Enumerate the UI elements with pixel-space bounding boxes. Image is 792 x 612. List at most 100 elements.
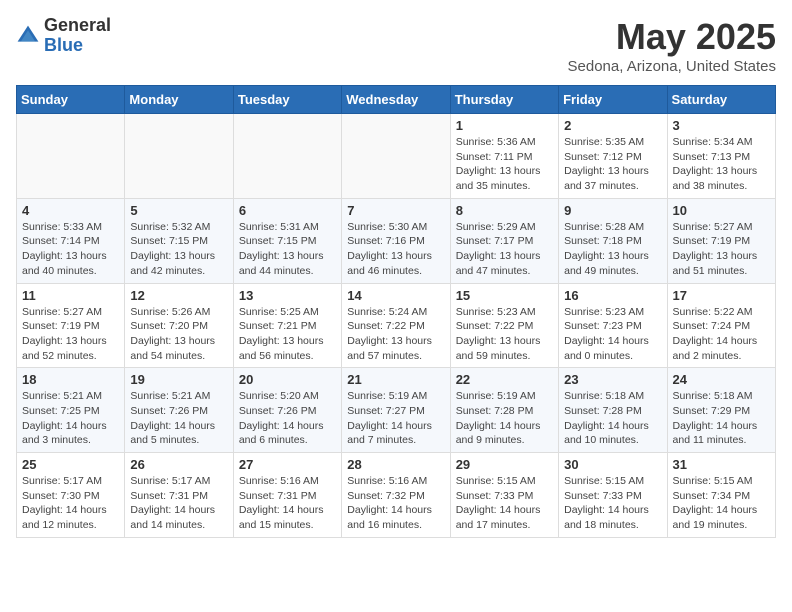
day-info: Sunrise: 5:31 AMSunset: 7:15 PMDaylight:… — [239, 220, 336, 279]
day-info: Sunrise: 5:27 AMSunset: 7:19 PMDaylight:… — [673, 220, 770, 279]
weekday-header-saturday: Saturday — [667, 86, 775, 114]
day-number: 25 — [22, 457, 119, 472]
day-info: Sunrise: 5:17 AMSunset: 7:31 PMDaylight:… — [130, 474, 227, 533]
weekday-header-thursday: Thursday — [450, 86, 558, 114]
weekday-header-tuesday: Tuesday — [233, 86, 341, 114]
title-block: May 2025 Sedona, Arizona, United States — [568, 16, 776, 75]
calendar-cell: 18Sunrise: 5:21 AMSunset: 7:25 PMDayligh… — [17, 368, 125, 453]
calendar-cell: 7 Sunrise: 5:30 AMSunset: 7:16 PMDaylight… — [342, 198, 450, 283]
day-info: Sunrise: 5:24 AMSunset: 7:22 PMDaylight:… — [347, 305, 444, 364]
day-number: 7 — [347, 203, 444, 218]
month-title: May 2025 — [568, 16, 776, 58]
day-info: Sunrise: 5:34 AMSunset: 7:13 PMDaylight:… — [673, 135, 770, 194]
calendar-cell: 8 Sunrise: 5:29 AMSunset: 7:17 PMDaylight… — [450, 198, 558, 283]
calendar-cell: 22 Sunrise: 5:19 AMSunset: 7:28 PMDayligh… — [450, 368, 558, 453]
day-number: 8 — [456, 203, 553, 218]
calendar-cell: 10 Sunrise: 5:27 AMSunset: 7:19 PMDayligh… — [667, 198, 775, 283]
day-number: 27 — [239, 457, 336, 472]
day-info: Sunrise: 5:15 AMSunset: 7:33 PMDaylight:… — [564, 474, 661, 533]
calendar-cell: 23 Sunrise: 5:18 AMSunset: 7:28 PMDayligh… — [559, 368, 667, 453]
day-number: 14 — [347, 288, 444, 303]
calendar-cell: 5 Sunrise: 5:32 AMSunset: 7:15 PMDaylight… — [125, 198, 233, 283]
day-info: Sunrise: 5:19 AMSunset: 7:28 PMDaylight:… — [456, 389, 553, 448]
location-subtitle: Sedona, Arizona, United States — [568, 58, 776, 75]
day-info: Sunrise: 5:17 AMSunset: 7:30 PMDaylight:… — [22, 474, 119, 533]
day-number: 29 — [456, 457, 553, 472]
day-info: Sunrise: 5:18 AMSunset: 7:28 PMDaylight:… — [564, 389, 661, 448]
day-info: Sunrise: 5:21 AMSunset: 7:25 PMDaylight:… — [22, 389, 119, 448]
logo-icon — [16, 24, 40, 48]
weekday-header-monday: Monday — [125, 86, 233, 114]
day-number: 11 — [22, 288, 119, 303]
day-info: Sunrise: 5:28 AMSunset: 7:18 PMDaylight:… — [564, 220, 661, 279]
day-number: 6 — [239, 203, 336, 218]
calendar-cell: 29 Sunrise: 5:15 AMSunset: 7:33 PMDayligh… — [450, 453, 558, 538]
calendar-cell: 30 Sunrise: 5:15 AMSunset: 7:33 PMDayligh… — [559, 453, 667, 538]
day-info: Sunrise: 5:23 AMSunset: 7:22 PMDaylight:… — [456, 305, 553, 364]
day-number: 10 — [673, 203, 770, 218]
calendar-cell: 9 Sunrise: 5:28 AMSunset: 7:18 PMDaylight… — [559, 198, 667, 283]
day-info: Sunrise: 5:21 AMSunset: 7:26 PMDaylight:… — [130, 389, 227, 448]
day-number: 16 — [564, 288, 661, 303]
day-number: 1 — [456, 118, 553, 133]
day-number: 13 — [239, 288, 336, 303]
calendar-cell: 13 Sunrise: 5:25 AMSunset: 7:21 PMDayligh… — [233, 283, 341, 368]
calendar-cell: 24Sunrise: 5:18 AMSunset: 7:29 PMDayligh… — [667, 368, 775, 453]
weekday-header-wednesday: Wednesday — [342, 86, 450, 114]
calendar-cell — [125, 114, 233, 199]
weekday-header-row: SundayMondayTuesdayWednesdayThursdayFrid… — [17, 86, 776, 114]
day-number: 20 — [239, 372, 336, 387]
calendar-cell: 4Sunrise: 5:33 AMSunset: 7:14 PMDaylight… — [17, 198, 125, 283]
day-number: 2 — [564, 118, 661, 133]
day-number: 22 — [456, 372, 553, 387]
calendar-cell: 2Sunrise: 5:35 AMSunset: 7:12 PMDaylight… — [559, 114, 667, 199]
logo-general: General — [44, 16, 111, 36]
calendar-week-1: 1Sunrise: 5:36 AMSunset: 7:11 PMDaylight… — [17, 114, 776, 199]
calendar-week-5: 25 Sunrise: 5:17 AMSunset: 7:30 PMDayligh… — [17, 453, 776, 538]
calendar-week-2: 4Sunrise: 5:33 AMSunset: 7:14 PMDaylight… — [17, 198, 776, 283]
day-info: Sunrise: 5:30 AMSunset: 7:16 PMDaylight:… — [347, 220, 444, 279]
day-info: Sunrise: 5:15 AMSunset: 7:33 PMDaylight:… — [456, 474, 553, 533]
calendar-cell: 3Sunrise: 5:34 AMSunset: 7:13 PMDaylight… — [667, 114, 775, 199]
day-number: 21 — [347, 372, 444, 387]
calendar-cell: 21 Sunrise: 5:19 AMSunset: 7:27 PMDayligh… — [342, 368, 450, 453]
calendar-cell: 17Sunrise: 5:22 AMSunset: 7:24 PMDayligh… — [667, 283, 775, 368]
day-info: Sunrise: 5:29 AMSunset: 7:17 PMDaylight:… — [456, 220, 553, 279]
day-info: Sunrise: 5:32 AMSunset: 7:15 PMDaylight:… — [130, 220, 227, 279]
day-info: Sunrise: 5:27 AMSunset: 7:19 PMDaylight:… — [22, 305, 119, 364]
day-info: Sunrise: 5:19 AMSunset: 7:27 PMDaylight:… — [347, 389, 444, 448]
day-number: 5 — [130, 203, 227, 218]
day-number: 19 — [130, 372, 227, 387]
calendar-table: SundayMondayTuesdayWednesdayThursdayFrid… — [16, 85, 776, 538]
calendar-cell: 12Sunrise: 5:26 AMSunset: 7:20 PMDayligh… — [125, 283, 233, 368]
calendar-week-4: 18Sunrise: 5:21 AMSunset: 7:25 PMDayligh… — [17, 368, 776, 453]
logo-text: General Blue — [44, 16, 111, 56]
day-info: Sunrise: 5:16 AMSunset: 7:31 PMDaylight:… — [239, 474, 336, 533]
calendar-cell: 25 Sunrise: 5:17 AMSunset: 7:30 PMDayligh… — [17, 453, 125, 538]
day-number: 23 — [564, 372, 661, 387]
calendar-cell: 28Sunrise: 5:16 AMSunset: 7:32 PMDayligh… — [342, 453, 450, 538]
calendar-cell — [233, 114, 341, 199]
calendar-cell: 1Sunrise: 5:36 AMSunset: 7:11 PMDaylight… — [450, 114, 558, 199]
calendar-cell: 15Sunrise: 5:23 AMSunset: 7:22 PMDayligh… — [450, 283, 558, 368]
day-number: 12 — [130, 288, 227, 303]
calendar-cell: 26 Sunrise: 5:17 AMSunset: 7:31 PMDayligh… — [125, 453, 233, 538]
calendar-cell: 14 Sunrise: 5:24 AMSunset: 7:22 PMDayligh… — [342, 283, 450, 368]
calendar-cell: 27 Sunrise: 5:16 AMSunset: 7:31 PMDayligh… — [233, 453, 341, 538]
weekday-header-sunday: Sunday — [17, 86, 125, 114]
day-number: 4 — [22, 203, 119, 218]
calendar-cell: 11 Sunrise: 5:27 AMSunset: 7:19 PMDayligh… — [17, 283, 125, 368]
day-number: 26 — [130, 457, 227, 472]
day-number: 24 — [673, 372, 770, 387]
day-number: 30 — [564, 457, 661, 472]
day-number: 9 — [564, 203, 661, 218]
day-number: 17 — [673, 288, 770, 303]
calendar-cell: 16Sunrise: 5:23 AMSunset: 7:23 PMDayligh… — [559, 283, 667, 368]
page-header: General Blue May 2025 Sedona, Arizona, U… — [16, 16, 776, 75]
day-info: Sunrise: 5:25 AMSunset: 7:21 PMDaylight:… — [239, 305, 336, 364]
calendar-cell: 19 Sunrise: 5:21 AMSunset: 7:26 PMDayligh… — [125, 368, 233, 453]
calendar-cell: 31Sunrise: 5:15 AMSunset: 7:34 PMDayligh… — [667, 453, 775, 538]
calendar-cell: 6 Sunrise: 5:31 AMSunset: 7:15 PMDaylight… — [233, 198, 341, 283]
day-number: 31 — [673, 457, 770, 472]
logo: General Blue — [16, 16, 111, 56]
